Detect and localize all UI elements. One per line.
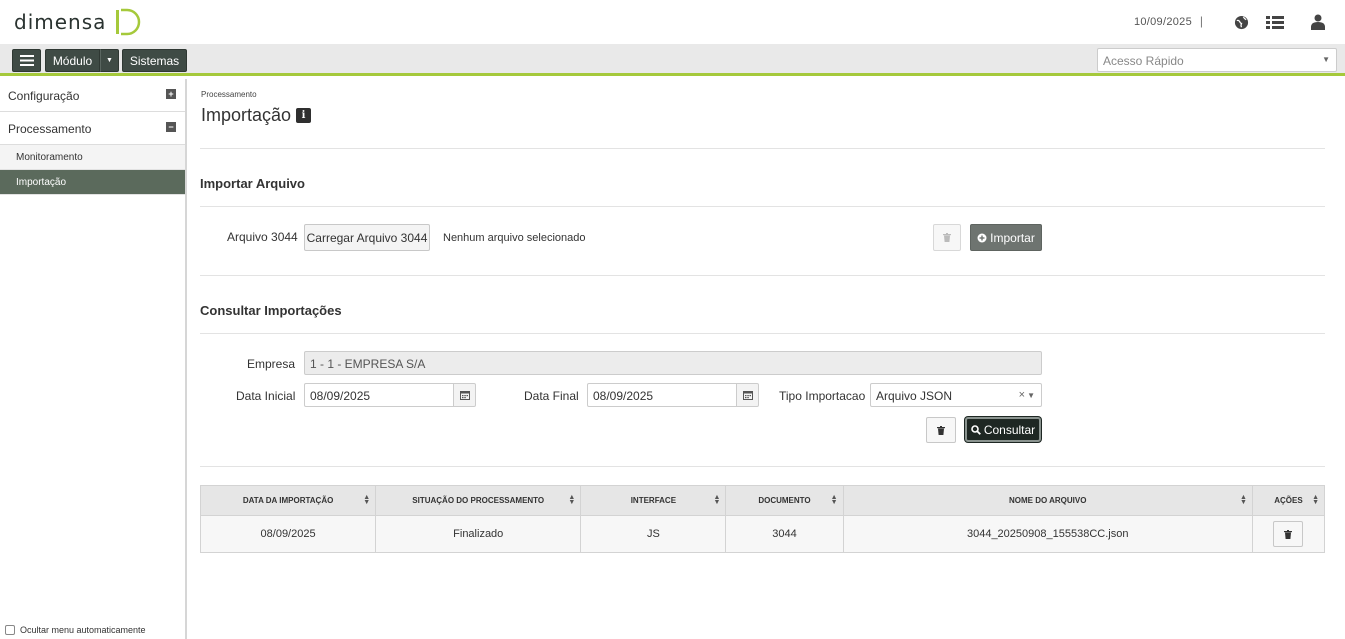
sidebar-item-label: Configuração	[8, 89, 80, 103]
delete-row-button[interactable]	[1273, 521, 1304, 547]
data-final-calendar-button[interactable]	[736, 383, 759, 407]
column-header-situacao[interactable]: SITUAÇÃO DO PROCESSAMENTO ▲ ▼	[375, 485, 582, 516]
auto-hide-label: Ocultar menu automaticamente	[20, 625, 146, 635]
expand-icon[interactable]: +	[166, 89, 176, 99]
column-header-data-importacao[interactable]: DATA DA IMPORTAÇÃO ▲ ▼	[200, 485, 377, 516]
no-file-text: Nenhum arquivo selecionado	[443, 232, 586, 244]
sidebar-subitem-importacao[interactable]: Importação	[0, 170, 185, 195]
query-section-title: Consultar Importações	[200, 303, 342, 318]
sort-icon: ▲ ▼	[568, 494, 576, 506]
column-header-documento[interactable]: DOCUMENTO ▲ ▼	[725, 485, 844, 516]
toolbar: Módulo ▼ Sistemas Acesso Rápido ▼	[0, 44, 1345, 76]
sidebar-item-configuracao[interactable]: Configuração +	[0, 79, 185, 112]
sort-icon: ▲ ▼	[1239, 494, 1247, 506]
logo-mark-icon	[116, 8, 141, 36]
chevron-down-icon: ▼	[1322, 55, 1330, 64]
divider	[200, 206, 1325, 207]
divider	[200, 466, 1325, 467]
clear-selection-icon[interactable]: ×	[1019, 389, 1025, 401]
menu-toggle-button[interactable]	[12, 49, 41, 72]
file-label: Arquivo 3044	[227, 230, 298, 244]
auto-hide-checkbox[interactable]	[5, 625, 15, 635]
column-header-interface[interactable]: INTERFACE ▲ ▼	[580, 485, 727, 516]
dimensa-logo[interactable]: DIMENSA	[14, 7, 142, 37]
import-button-label: Importar	[990, 230, 1035, 245]
cell-situacao: Finalizado	[375, 515, 582, 553]
quick-access-select[interactable]: Acesso Rápido ▼	[1097, 48, 1337, 72]
data-final-input[interactable]: 08/09/2025	[587, 383, 737, 407]
cell-interface: JS	[580, 515, 727, 553]
trash-icon	[937, 425, 945, 435]
column-header-acoes[interactable]: AÇÕES ▲ ▼	[1252, 485, 1325, 516]
modulo-dropdown-button[interactable]: ▼	[100, 49, 119, 72]
list-icon[interactable]	[1266, 13, 1284, 31]
search-icon	[971, 424, 981, 435]
consultar-button[interactable]: Consultar	[965, 417, 1041, 442]
page-title: Importação	[201, 105, 292, 125]
sidebar-item-label: Processamento	[8, 122, 92, 136]
breadcrumb[interactable]: Processamento	[201, 90, 257, 99]
tipo-importacao-value: Arquivo JSON	[876, 389, 953, 403]
import-section-title: Importar Arquivo	[200, 176, 305, 191]
modulo-button[interactable]: Módulo	[45, 49, 100, 72]
calendar-icon	[742, 391, 753, 400]
clear-file-button[interactable]	[933, 224, 961, 251]
sort-icon: ▲ ▼	[713, 494, 721, 506]
info-icon[interactable]: i	[296, 108, 312, 123]
user-icon[interactable]	[1309, 13, 1327, 31]
sort-icon: ▲ ▼	[1312, 494, 1319, 506]
quick-access-placeholder: Acesso Rápido	[1103, 54, 1184, 68]
logo-text: DIMENSA	[14, 10, 107, 34]
calendar-icon	[459, 391, 470, 400]
tipo-importacao-select[interactable]: Arquivo JSON × ▼	[870, 383, 1042, 407]
hamburger-icon	[19, 55, 34, 66]
header-date: 10/09/2025	[1133, 16, 1192, 28]
import-button[interactable]: Importar	[970, 224, 1042, 251]
sidebar-subitem-monitoramento[interactable]: Monitoramento	[0, 145, 185, 170]
data-inicial-calendar-button[interactable]	[453, 383, 476, 407]
divider	[200, 148, 1325, 149]
header-separator: |	[1199, 14, 1203, 28]
sidebar: Configuração + Processamento − Monitoram…	[0, 79, 187, 639]
empresa-field: 1 - 1 - EMPRESA S/A	[304, 351, 1042, 375]
data-inicial-label: Data Inicial	[236, 389, 296, 403]
page-title-row: Importação i	[201, 105, 312, 126]
trash-icon	[943, 233, 951, 242]
consultar-button-label: Consultar	[983, 422, 1036, 437]
chevron-down-icon: ▼	[1027, 391, 1035, 400]
table-header-row: DATA DA IMPORTAÇÃO ▲ ▼ SITUAÇÃO DO PROCESS…	[200, 485, 1325, 516]
table-row: 08/09/2025 Finalizado JS 3044 3044_20250…	[200, 515, 1325, 553]
divider	[200, 275, 1325, 276]
sort-icon: ▲ ▼	[830, 494, 838, 506]
imports-table: DATA DA IMPORTAÇÃO ▲ ▼ SITUAÇÃO DO PROCESS…	[200, 485, 1325, 553]
upload-file-button[interactable]: Carregar Arquivo 3044	[304, 224, 430, 251]
sidebar-item-processamento[interactable]: Processamento −	[0, 112, 185, 145]
cell-data-importacao: 08/09/2025	[200, 515, 377, 553]
cell-documento: 3044	[725, 515, 844, 553]
tipo-importacao-label: Tipo Importacao	[779, 389, 866, 403]
clear-filters-button[interactable]	[926, 417, 956, 443]
sistemas-button[interactable]: Sistemas	[122, 49, 187, 72]
divider	[200, 333, 1325, 334]
plus-circle-icon	[977, 233, 987, 242]
collapse-icon[interactable]: −	[166, 122, 176, 132]
data-final-label: Data Final	[524, 389, 579, 403]
column-header-nome-arquivo[interactable]: NOME DO ARQUIVO ▲ ▼	[843, 485, 1253, 516]
trash-icon	[1284, 529, 1293, 539]
caret-down-icon: ▼	[106, 57, 113, 64]
empresa-label: Empresa	[247, 357, 296, 371]
app-header: DIMENSA 10/09/2025 |	[0, 0, 1345, 44]
sort-icon: ▲ ▼	[363, 494, 371, 506]
auto-hide-menu-option[interactable]: Ocultar menu automaticamente	[5, 625, 146, 635]
data-inicial-input[interactable]: 08/09/2025	[304, 383, 454, 407]
cell-acoes	[1252, 515, 1325, 553]
cell-nome-arquivo: 3044_20250908_155538CC.json	[843, 515, 1253, 553]
globe-icon[interactable]	[1232, 13, 1250, 31]
